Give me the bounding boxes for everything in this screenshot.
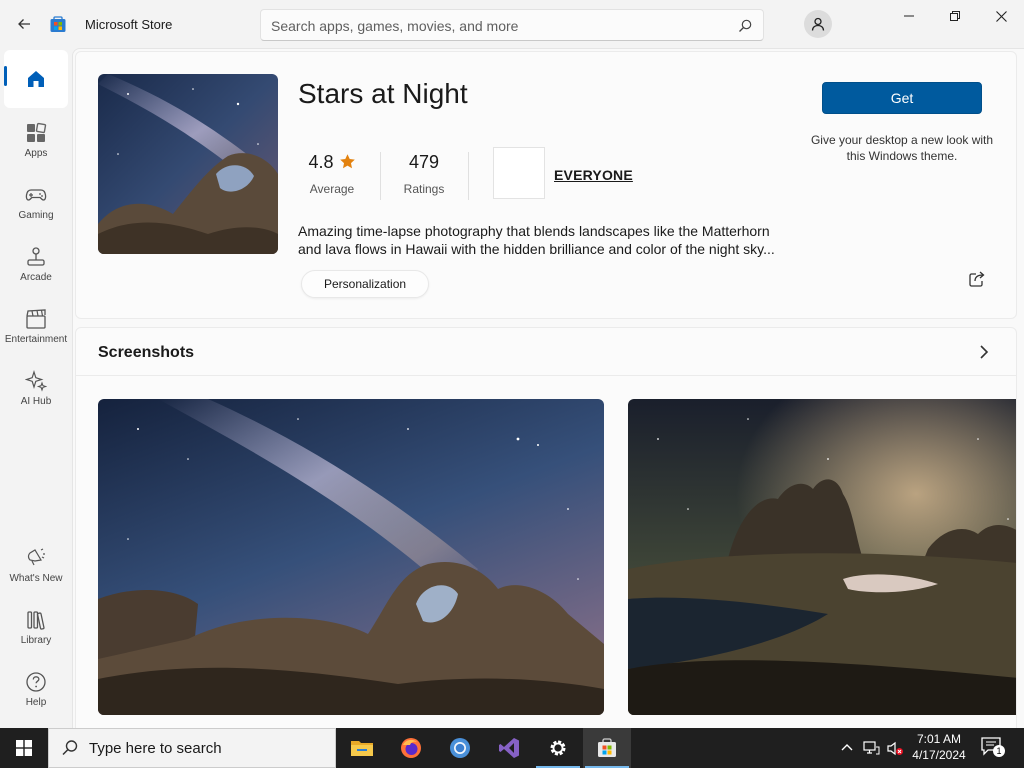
taskbar-microsoft-store[interactable] [583,728,631,768]
volume-muted-icon[interactable] [886,739,904,757]
search-icon [62,740,78,756]
screenshots-section: Screenshots [75,327,1017,728]
sidebar-item-apps[interactable]: Apps [4,112,68,170]
visual-studio-icon [499,738,519,758]
back-button[interactable] [12,12,36,36]
taskbar-settings[interactable] [534,728,582,768]
ratings-count-stat: 479 Ratings [394,152,454,196]
divider [380,152,381,200]
rating-label: Average [309,182,355,196]
clock-date: 4/17/2024 [912,748,966,762]
title-bar: Microsoft Store [0,0,1024,48]
product-description[interactable]: Amazing time-lapse photography that blen… [298,222,788,258]
sidebar-item-label: Arcade [20,272,52,283]
taskbar-search-placeholder: Type here to search [89,740,222,757]
sidebar-item-label: Apps [24,148,48,159]
ratings-label: Ratings [403,182,445,196]
user-icon [811,17,825,31]
chevron-right-icon[interactable] [974,342,994,362]
restore-icon [950,11,960,21]
rating-value: 4.8 [308,152,334,172]
back-arrow-icon [18,19,30,29]
store-logo-icon [50,16,66,32]
close-button[interactable] [978,0,1024,32]
get-subtext: Give your desktop a new look with this W… [810,133,994,163]
home-icon [28,71,44,87]
sidebar: Apps Gaming Arcade Entertainment AI Hub … [0,48,72,728]
clock-time: 7:01 AM [916,732,962,746]
firefox-icon [401,738,421,758]
notification-count-badge: 1 [993,745,1005,757]
library-icon [27,611,45,630]
active-nav-indicator [4,66,7,86]
close-icon [995,10,1007,22]
account-avatar[interactable] [804,10,832,38]
help-icon [26,672,46,692]
gamepad-icon [25,189,47,201]
screenshot-2[interactable] [628,399,1016,715]
age-rating-link[interactable]: EVERYONE [554,167,633,183]
ratings-count: 479 [408,152,440,172]
sidebar-item-label: Help [25,697,47,708]
star-icon [339,154,355,169]
clapperboard-icon [26,309,46,329]
sidebar-item-help[interactable]: Help [4,661,68,719]
screenshot-1[interactable] [98,399,604,715]
share-button[interactable] [968,270,988,290]
product-hero-card: Stars at Night 4.8 Average 479 Ratings E… [75,51,1017,319]
rating-average-stat: 4.8 Average [302,152,362,196]
divider [468,152,469,200]
share-icon [969,271,985,287]
sidebar-item-whats-new[interactable]: What's New [4,537,68,595]
sidebar-item-gaming[interactable]: Gaming [4,174,68,232]
file-explorer-icon [351,741,373,756]
taskbar-file-explorer[interactable] [338,728,386,768]
network-icon[interactable] [862,739,880,757]
taskbar: Type here to search 7:01 AM 4/17/2024 1 [0,728,1024,768]
apps-icon [27,122,47,142]
sidebar-item-arcade[interactable]: Arcade [4,236,68,294]
sidebar-item-label: Gaming [18,210,54,221]
sidebar-item-ai-hub[interactable]: AI Hub [4,360,68,418]
screenshots-title: Screenshots [98,344,195,361]
taskbar-firefox[interactable] [387,728,435,768]
screenshots-header[interactable]: Screenshots [76,328,1016,376]
chevron-up-icon[interactable] [838,739,856,757]
sidebar-item-label: What's New [9,573,63,584]
start-button[interactable] [0,728,48,768]
sidebar-item-library[interactable]: Library [4,599,68,657]
chrome-icon [450,738,470,758]
store-icon [598,738,616,757]
taskbar-search-box[interactable]: Type here to search [48,728,336,768]
sidebar-item-home[interactable] [4,50,68,108]
app-title: Microsoft Store [85,17,173,32]
sidebar-item-label: AI Hub [20,396,52,407]
joystick-icon [27,247,45,266]
taskbar-visual-studio[interactable] [485,728,533,768]
product-thumbnail [98,74,278,254]
megaphone-icon [27,548,45,566]
category-tag-personalization[interactable]: Personalization [301,270,430,298]
sidebar-item-entertainment[interactable]: Entertainment [4,298,68,356]
sparkle-icon [25,370,47,392]
windows-logo-icon [16,740,32,756]
age-rating-badge [493,147,545,199]
get-button[interactable]: Get [822,82,982,114]
minimize-icon [904,15,914,17]
settings-icon [550,740,566,756]
main-content: Stars at Night 4.8 Average 479 Ratings E… [72,48,1024,728]
search-input[interactable] [271,16,721,36]
sidebar-item-label: Entertainment [4,334,68,345]
notification-center-button[interactable]: 1 [980,736,1008,760]
search-icon[interactable] [737,18,753,34]
minimize-button[interactable] [886,0,932,32]
sidebar-item-label: Library [20,635,52,646]
taskbar-chrome[interactable] [436,728,484,768]
system-clock[interactable]: 7:01 AM 4/17/2024 [906,731,972,763]
product-title: Stars at Night [298,78,468,109]
search-box[interactable] [260,9,764,41]
restore-button[interactable] [932,0,978,32]
